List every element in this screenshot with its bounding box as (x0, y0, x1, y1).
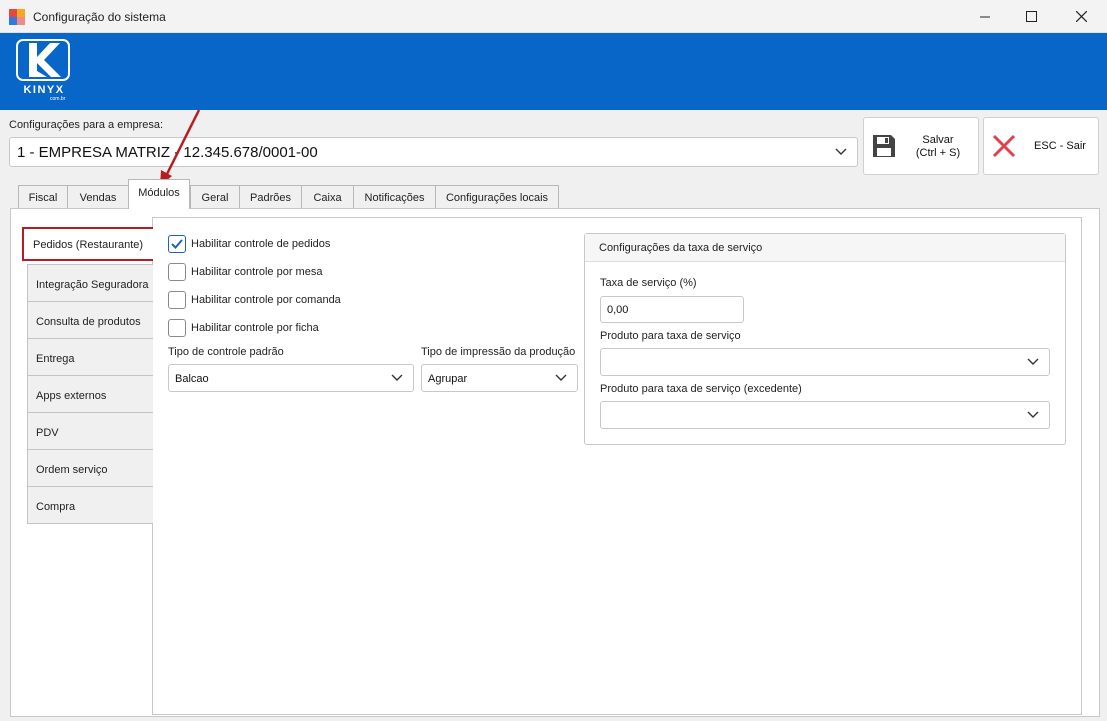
exit-label: ESC - Sair (1034, 140, 1086, 152)
taxa-servico-title: Configurações da taxa de serviço (585, 234, 1065, 262)
tipo-impressao-select[interactable]: Agrupar (421, 364, 578, 392)
chevron-down-icon (1027, 411, 1039, 418)
sidetab-apps-externos[interactable]: Apps externos (27, 375, 153, 413)
window-title: Configuração do sistema (33, 10, 166, 24)
checkbox-controle-pedidos[interactable] (168, 235, 186, 253)
checkbox-controle-ficha[interactable] (168, 319, 186, 337)
chevron-down-icon (555, 374, 567, 381)
sidetab-compra[interactable]: Compra (27, 486, 153, 524)
brand-name: KINYX (23, 84, 65, 96)
tab-geral[interactable]: Geral (190, 185, 240, 210)
tab-padroes[interactable]: Padrões (239, 185, 302, 210)
tab-configuracoes-locais[interactable]: Configurações locais (435, 185, 559, 210)
tab-vendas[interactable]: Vendas (67, 185, 129, 210)
checkmark-icon (171, 239, 183, 249)
tipo-controle-select[interactable]: Balcao (168, 364, 414, 392)
sidetab-pdv[interactable]: PDV (27, 412, 153, 450)
produto-taxa-excedente-select[interactable] (600, 401, 1050, 429)
tab-notificacoes[interactable]: Notificações (353, 185, 436, 210)
sidetab-consulta-produtos[interactable]: Consulta de produtos (27, 301, 153, 339)
close-icon (1075, 11, 1087, 22)
tipo-impressao-value: Agrupar (428, 373, 468, 385)
checkbox-controle-comanda-label: Habilitar controle por comanda (191, 294, 341, 306)
produto-taxa-select[interactable] (600, 348, 1050, 376)
save-button[interactable]: Salvar (Ctrl + S) (863, 117, 979, 175)
app-icon (9, 9, 25, 25)
chevron-down-icon (1027, 358, 1039, 365)
brand-domain: com.br (50, 96, 66, 102)
empresa-select[interactable]: 1 - EMPRESA MATRIZ - 12.345.678/0001-00 (9, 137, 858, 167)
tipo-controle-label: Tipo de controle padrão (168, 346, 284, 358)
checkbox-controle-ficha-label: Habilitar controle por ficha (191, 322, 319, 334)
checkbox-controle-mesa-label: Habilitar controle por mesa (191, 266, 323, 278)
produto-taxa-excedente-label: Produto para taxa de serviço (excedente) (600, 383, 802, 395)
taxa-servico-label: Taxa de serviço (%) (600, 277, 697, 289)
checkbox-controle-mesa[interactable] (168, 263, 186, 281)
kinyx-logo-mark (16, 39, 70, 81)
minimize-icon (980, 16, 990, 17)
sidetab-entrega[interactable]: Entrega (27, 338, 153, 376)
tab-fiscal[interactable]: Fiscal (18, 185, 68, 210)
checkbox-controle-comanda[interactable] (168, 291, 186, 309)
tipo-impressao-label: Tipo de impressão da produção (421, 346, 576, 358)
taxa-servico-input[interactable]: 0,00 (600, 296, 744, 323)
maximize-icon (1025, 11, 1037, 22)
sidetab-integracao-seguradora[interactable]: Integração Seguradora (27, 264, 153, 302)
tab-caixa[interactable]: Caixa (301, 185, 354, 210)
minimize-button[interactable] (962, 0, 1008, 33)
checkbox-controle-pedidos-label: Habilitar controle de pedidos (191, 238, 331, 250)
save-icon (873, 135, 895, 157)
annotation-arrow-icon (160, 109, 201, 186)
close-button[interactable] (1058, 0, 1104, 33)
close-x-icon (992, 134, 1016, 158)
exit-button[interactable]: ESC - Sair (983, 117, 1099, 175)
tipo-controle-value: Balcao (175, 373, 209, 385)
header-banner: KINYX com.br (0, 33, 1107, 110)
produto-taxa-label: Produto para taxa de serviço (600, 330, 741, 342)
maximize-button[interactable] (1008, 0, 1054, 33)
chevron-down-icon (391, 374, 403, 381)
title-bar: Configuração do sistema (0, 0, 1107, 33)
save-label: Salvar (Ctrl + S) (915, 134, 961, 159)
sidetab-ordem-servico[interactable]: Ordem serviço (27, 449, 153, 487)
chevron-down-icon (835, 148, 847, 155)
tab-modulos[interactable]: Módulos (128, 179, 190, 209)
kinyx-logo: KINYX com.br (16, 39, 72, 103)
empresa-label: Configurações para a empresa: (9, 119, 164, 131)
sidetab-pedidos-restaurante[interactable]: Pedidos (Restaurante) (22, 227, 153, 261)
